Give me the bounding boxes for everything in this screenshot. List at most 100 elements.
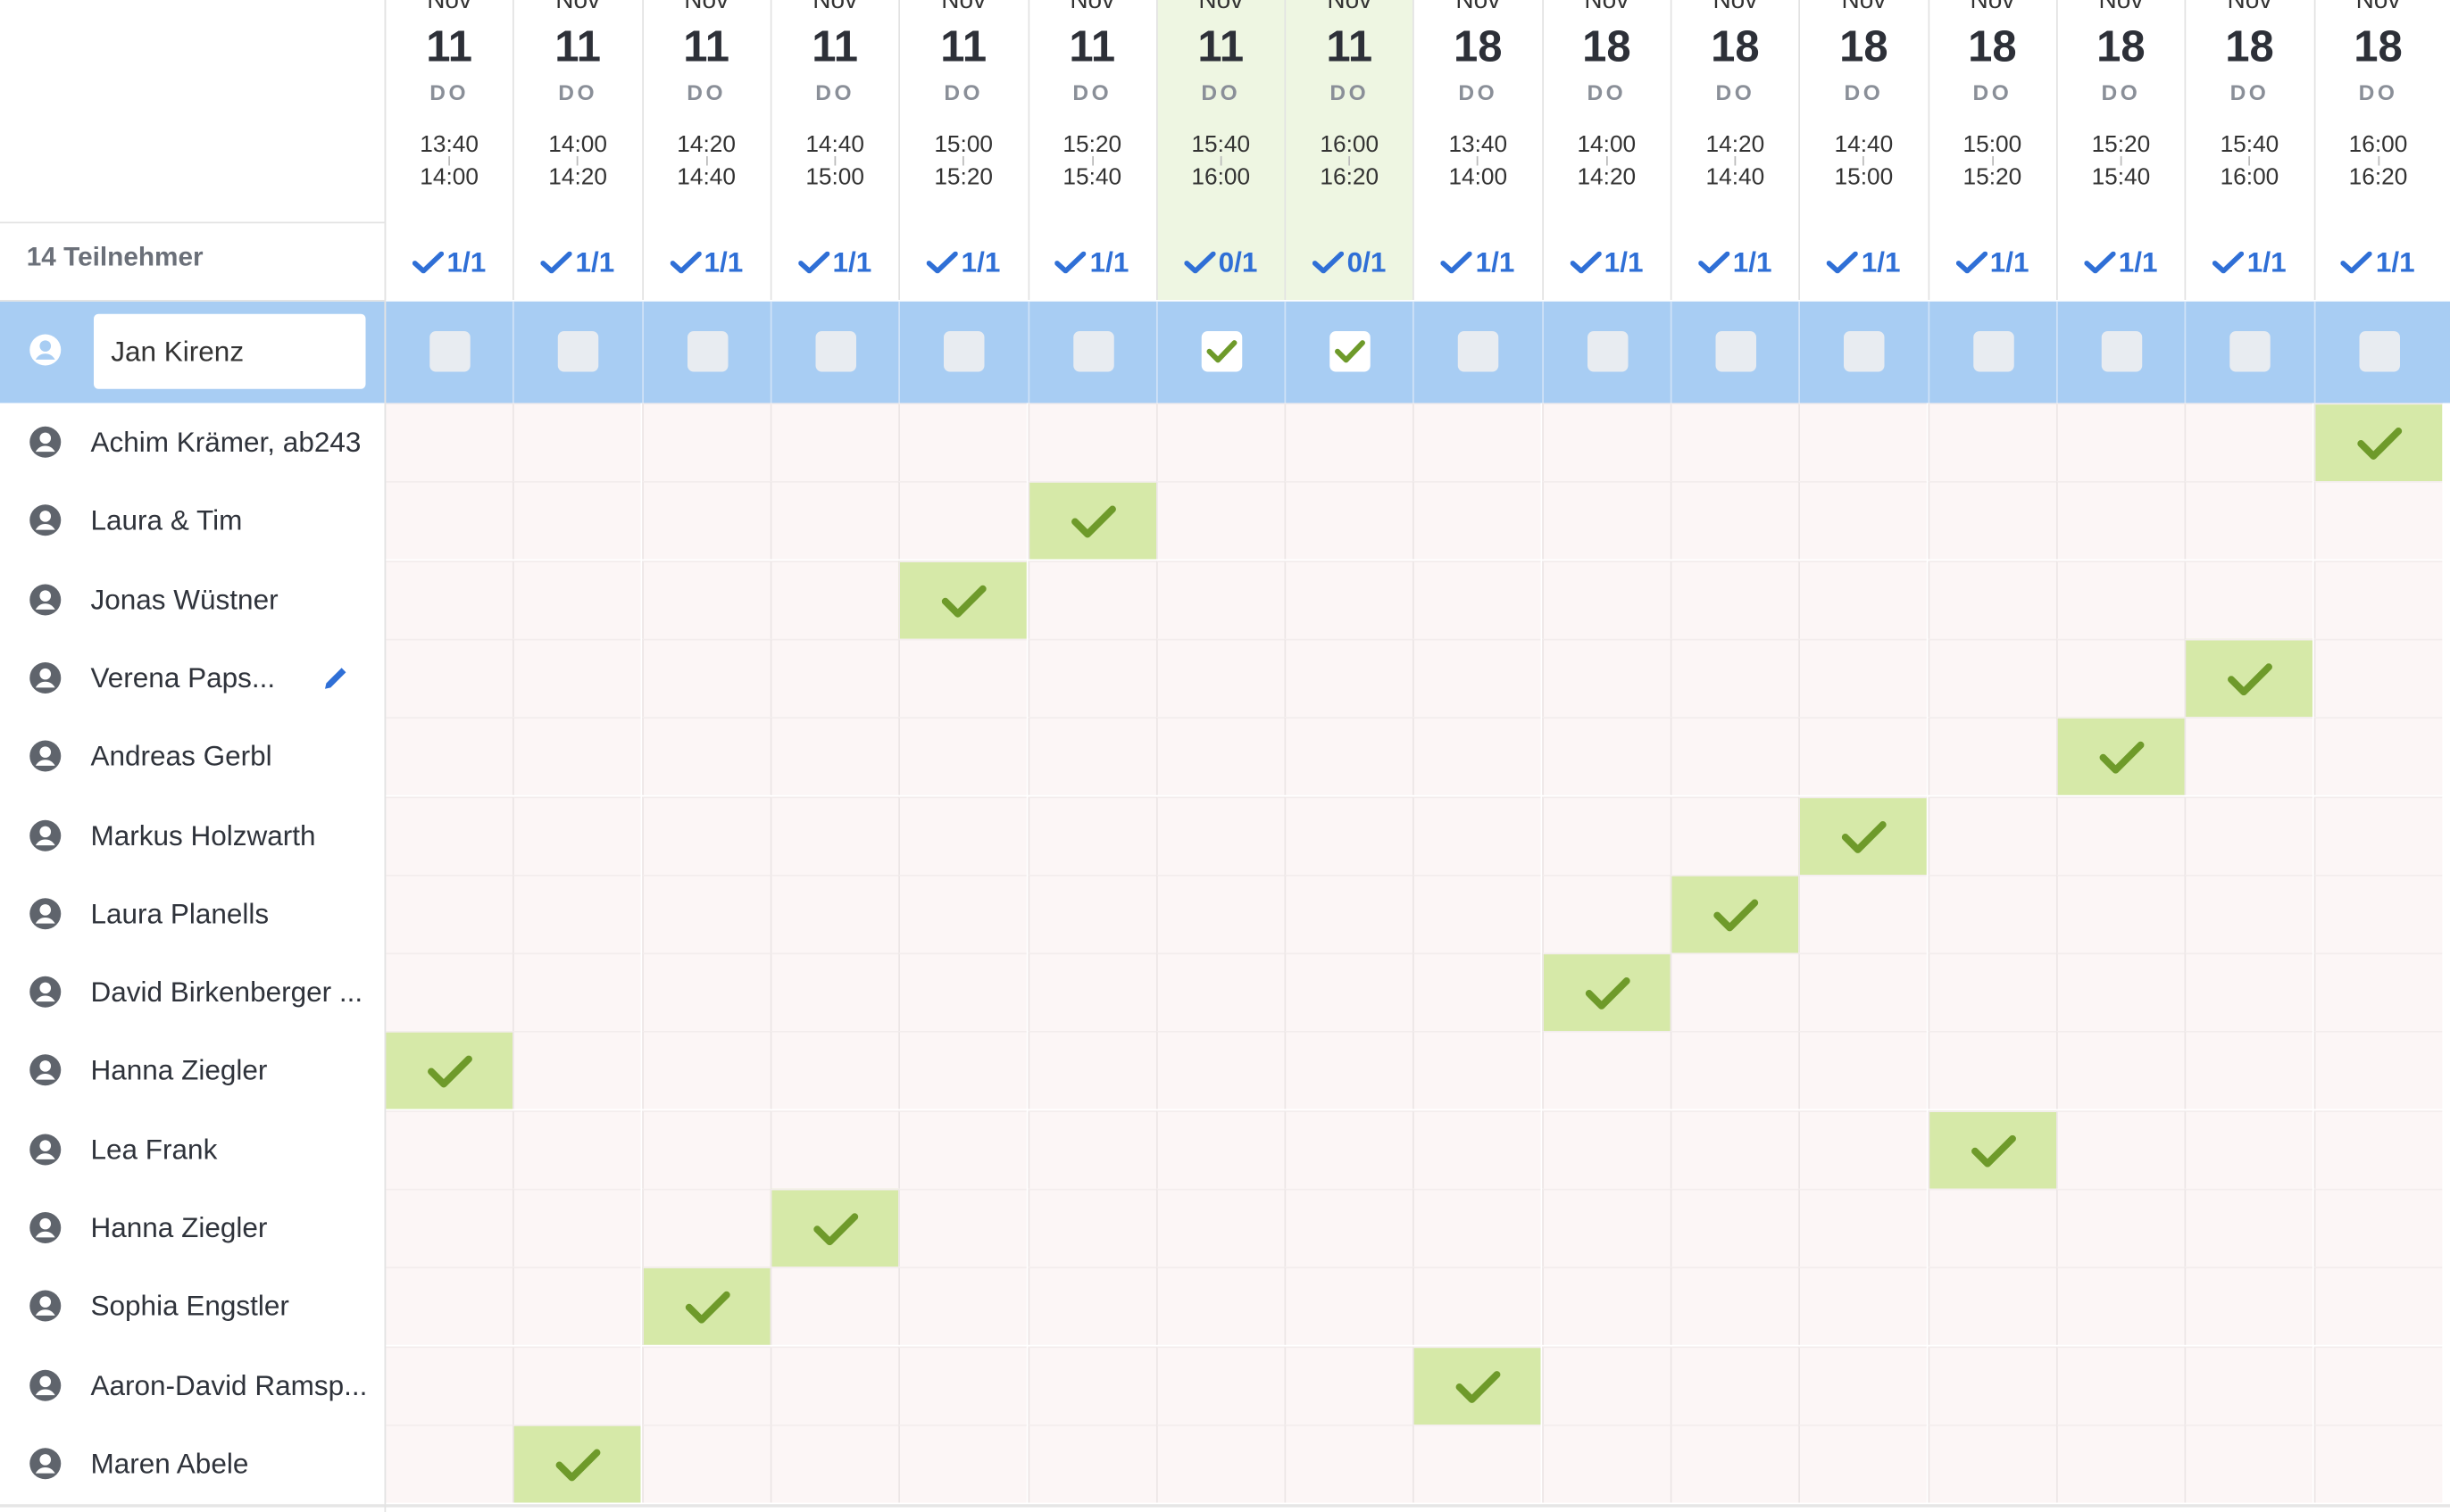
slot-header-2: Nov 11 DO 14:20 14:40: [641, 0, 771, 222]
slot-header-13: Nov 18 DO 15:20 15:40: [2055, 0, 2185, 222]
check-icon: [1585, 977, 1630, 1010]
vote-empty-cell: [1927, 795, 2056, 875]
vote-empty-cell: [512, 1188, 642, 1267]
vote-checkbox[interactable]: [687, 331, 728, 372]
vote-empty-cell: [898, 1267, 1028, 1346]
vote-empty-cell: [770, 874, 899, 953]
my-vote-cell-15: [2312, 301, 2442, 403]
user-icon: [29, 1210, 63, 1252]
vote-checkbox[interactable]: [1715, 331, 1756, 372]
vote-checkbox[interactable]: [1972, 331, 2014, 372]
name-input[interactable]: Jan Kirenz: [94, 313, 366, 389]
vote-empty-cell: [1798, 1188, 1928, 1267]
my-vote-cell-0: [384, 301, 513, 403]
vote-checkbox[interactable]: [2229, 331, 2271, 372]
vote-empty-cell: [1155, 481, 1285, 561]
vote-checkbox[interactable]: [1844, 331, 1886, 372]
slot-weekday: DO: [2358, 79, 2398, 105]
check-icon: [1456, 1370, 1502, 1403]
participant-name: Maren Abele: [90, 1448, 249, 1480]
edit-pencil-icon[interactable]: [322, 664, 351, 700]
vote-empty-cell: [641, 952, 771, 1032]
my-vote-cell-2: [641, 301, 771, 403]
slot-weekday: DO: [1458, 79, 1498, 105]
vote-empty-cell: [2055, 638, 2185, 718]
vote-empty-cell: [384, 1424, 512, 1503]
my-vote-cell-10: [1670, 301, 1799, 403]
vote-empty-cell: [512, 874, 642, 953]
vote-checkbox[interactable]: [1072, 331, 1113, 372]
participant-row: David Birkenberger ...: [0, 952, 385, 1032]
vote-empty-cell: [2055, 1267, 2185, 1346]
vote-empty-cell: [512, 481, 642, 561]
vote-empty-cell: [1541, 403, 1671, 481]
slot-count-value: 1/1: [446, 246, 487, 278]
vote-checkbox[interactable]: [1587, 331, 1628, 372]
slot-count-9: 1/1: [1541, 221, 1671, 300]
vote-empty-cell: [641, 1424, 771, 1503]
slot-header-11: Nov 18 DO 14:40 15:00: [1798, 0, 1928, 222]
vote-checkbox[interactable]: [558, 331, 599, 372]
vote-empty-cell: [512, 403, 642, 481]
participant-row: Sophia Engstler: [0, 1267, 385, 1346]
vote-empty-cell: [2055, 952, 2185, 1032]
vote-empty-cell: [898, 1345, 1028, 1425]
vote-checkbox[interactable]: [429, 331, 471, 372]
vote-empty-cell: [2312, 560, 2442, 639]
check-icon: [1570, 251, 1602, 274]
vote-empty-cell: [641, 1031, 771, 1110]
vote-empty-cell: [1927, 560, 2056, 639]
slot-end: 15:40: [1062, 163, 1122, 191]
table-bottom-border: [0, 1504, 2450, 1508]
vote-checkbox[interactable]: [944, 331, 985, 372]
vote-empty-cell: [1155, 1031, 1285, 1110]
vote-empty-cell: [1412, 638, 1542, 718]
check-icon: [1713, 899, 1759, 932]
slot-count-6: 0/1: [1155, 221, 1285, 300]
vote-empty-cell: [1412, 481, 1542, 561]
vote-empty-cell: [2184, 1109, 2313, 1189]
slot-month: Nov: [1455, 0, 1501, 14]
vote-checkbox[interactable]: [1201, 331, 1242, 372]
vote-empty-cell: [1027, 1345, 1156, 1425]
vote-empty-cell: [1927, 1345, 2056, 1425]
participant-name: Laura & Tim: [90, 504, 243, 536]
participant-name: Hanna Ziegler: [90, 1054, 268, 1086]
vote-empty-cell: [2184, 560, 2313, 639]
slot-header-15: Nov 18 DO 16:00 16:20: [2312, 0, 2442, 222]
slot-count-value: 1/1: [1604, 246, 1644, 278]
time-separator: [1991, 156, 1994, 166]
vote-checkbox[interactable]: [815, 331, 856, 372]
slot-count-0: 1/1: [384, 221, 513, 300]
slot-month: Nov: [1841, 0, 1887, 14]
vote-empty-cell: [2312, 1424, 2442, 1503]
slot-count-value: 0/1: [1218, 246, 1258, 278]
slot-month: Nov: [812, 0, 858, 14]
my-vote-cell-4: [898, 301, 1028, 403]
slot-header-9: Nov 18 DO 14:00 14:20: [1541, 0, 1671, 222]
slot-weekday: DO: [2229, 79, 2270, 105]
slot-count-15: 1/1: [2312, 221, 2442, 300]
slot-month: Nov: [2227, 0, 2272, 14]
participant-name: Markus Holzwarth: [90, 818, 316, 851]
vote-checkbox[interactable]: [2101, 331, 2143, 372]
vote-empty-cell: [770, 403, 899, 481]
user-icon: [29, 333, 63, 375]
check-icon: [670, 251, 702, 274]
slot-header-10: Nov 18 DO 14:20 14:40: [1670, 0, 1799, 222]
vote-checkbox[interactable]: [1458, 331, 1499, 372]
vote-yes-cell: [898, 560, 1028, 639]
slot-header-0: Nov 11 DO 13:40 14:00: [384, 0, 513, 222]
slot-start: 15:20: [1062, 131, 1122, 158]
slot-weekday: DO: [1201, 79, 1241, 105]
user-icon: [29, 896, 63, 938]
vote-checkbox[interactable]: [1329, 331, 1371, 372]
vote-empty-cell: [384, 795, 512, 875]
vote-empty-cell: [384, 1109, 512, 1189]
time-separator: [1091, 156, 1094, 166]
slot-end: 14:40: [1705, 163, 1765, 191]
vote-empty-cell: [641, 717, 771, 796]
slot-start: 15:00: [1962, 131, 2022, 158]
vote-empty-cell: [1284, 481, 1413, 561]
vote-checkbox[interactable]: [2358, 331, 2400, 372]
